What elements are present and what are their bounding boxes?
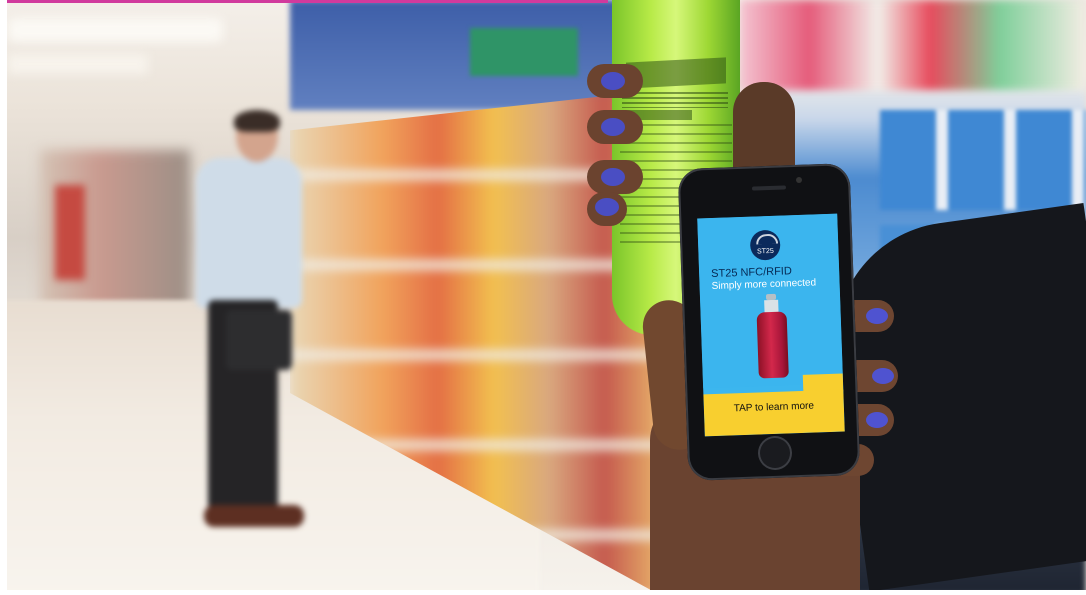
fingernail	[595, 198, 619, 216]
top-accent-bar	[0, 0, 608, 3]
fingernail	[601, 72, 625, 90]
finger	[587, 64, 643, 98]
shopper-shirt	[196, 158, 302, 308]
bottle-body	[756, 311, 789, 379]
fingernail	[601, 118, 625, 136]
finger	[587, 160, 643, 194]
shopper	[186, 110, 316, 540]
fingernail	[872, 368, 894, 384]
left-border	[0, 0, 7, 595]
shopper-shoes	[204, 505, 304, 527]
product-row	[880, 110, 1086, 210]
red-panel	[55, 185, 85, 280]
phone-screen[interactable]: ST25 ST25 NFC/RFID Simply more connected…	[697, 213, 845, 437]
fingernail	[866, 412, 888, 428]
aisle-sign	[470, 28, 578, 76]
logo-text: ST25	[756, 247, 774, 255]
juice-bottle-image	[754, 293, 791, 380]
ceiling-light	[8, 54, 148, 74]
camera-icon	[796, 177, 802, 183]
shopper-hair	[234, 110, 280, 132]
store-photo: ST25 ST25 NFC/RFID Simply more connected…	[0, 0, 1086, 595]
bottom-border	[0, 590, 1086, 595]
finger	[587, 192, 627, 226]
fingernail	[601, 168, 625, 186]
ceiling-light	[8, 18, 223, 42]
fingernail	[866, 308, 888, 324]
finger	[587, 110, 643, 144]
shopping-basket	[226, 310, 292, 370]
